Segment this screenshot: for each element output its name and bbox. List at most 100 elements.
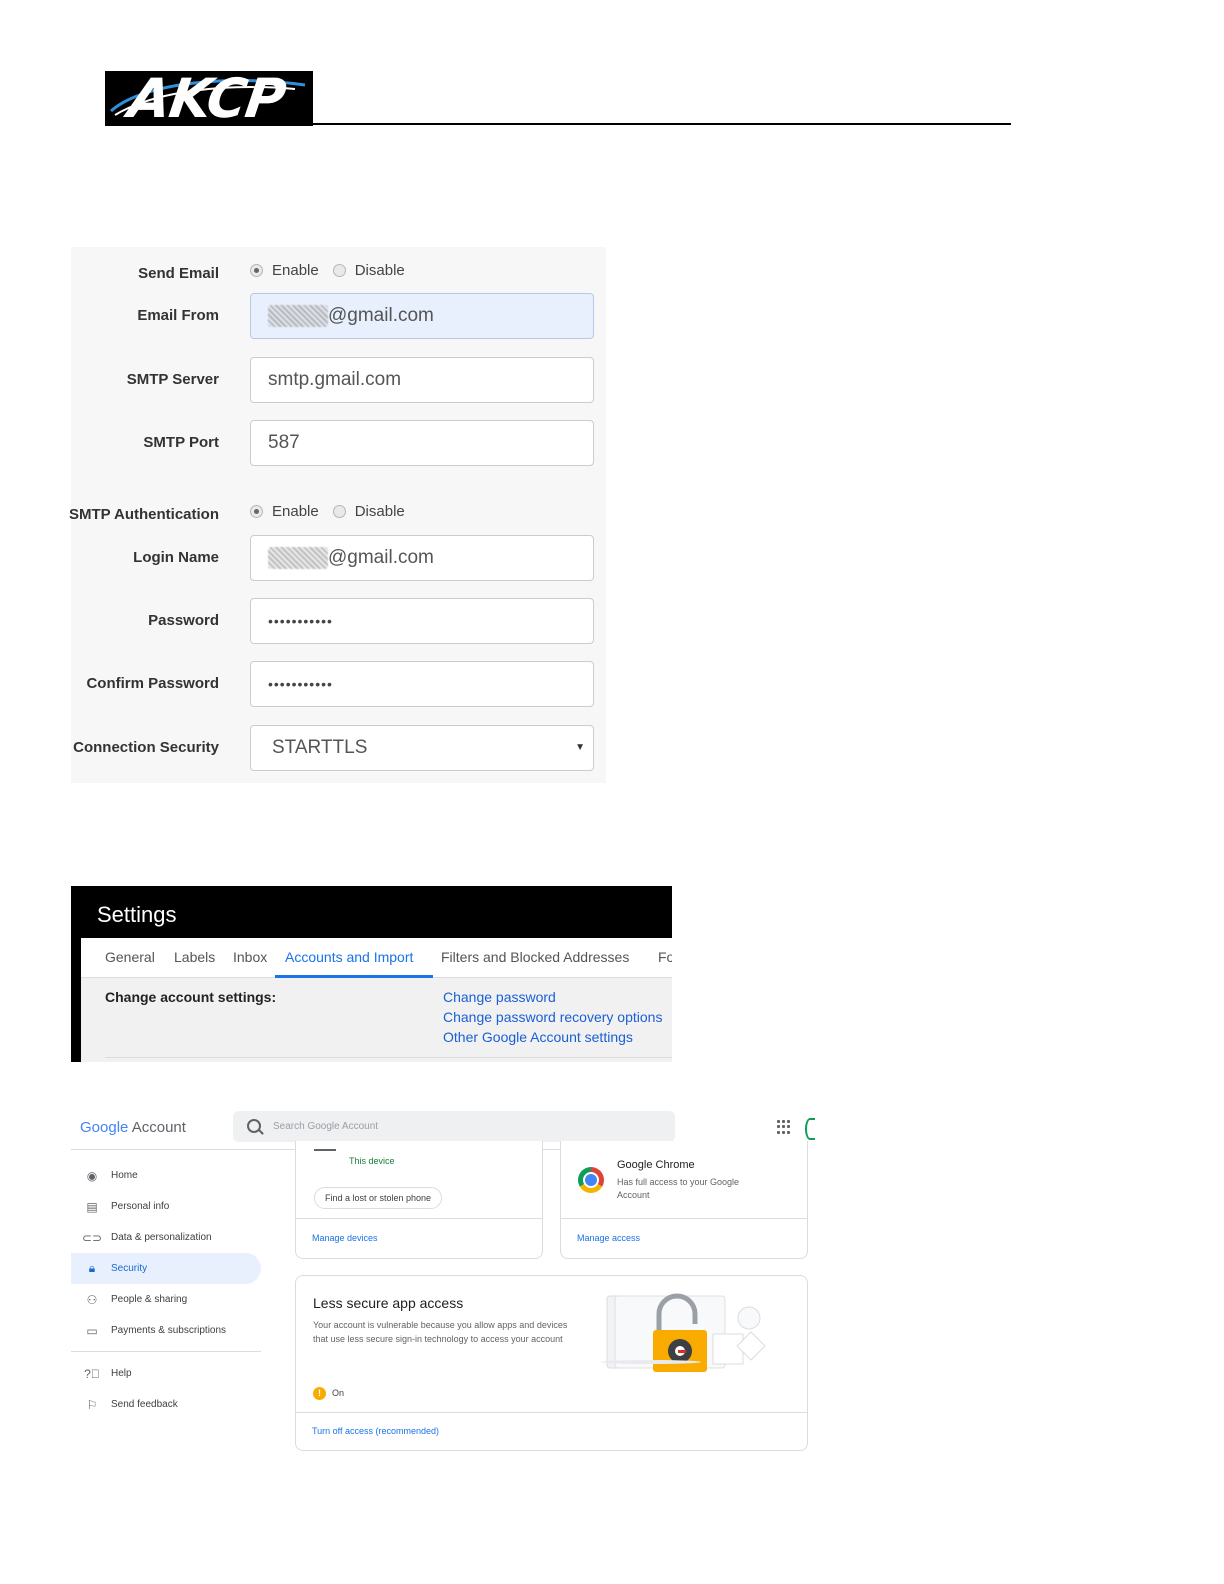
people-icon: ⚇ [86, 1292, 98, 1307]
akcp-logo: AKCP [105, 71, 313, 126]
google-account-logo[interactable]: Google Account [80, 1119, 186, 1136]
search-box[interactable]: Search Google Account [233, 1111, 675, 1142]
sidebar-item-label: Personal info [111, 1201, 170, 1212]
sidebar-item-label: Home [111, 1170, 138, 1181]
login-name-input[interactable]: @gmail.com [250, 535, 594, 581]
sidebar-item-payments[interactable]: ▭ Payments & subscriptions [71, 1315, 263, 1346]
manage-access-link[interactable]: Manage access [577, 1233, 640, 1243]
search-placeholder: Search Google Account [273, 1121, 379, 1132]
change-account-settings-label: Change account settings: [105, 989, 277, 1005]
home-icon: ◉ [86, 1168, 98, 1183]
lock-icon: 🔒︎ [88, 1261, 96, 1275]
avatar[interactable] [805, 1118, 815, 1140]
confirm-password-value: ••••••••••• [268, 676, 333, 692]
password-value: ••••••••••• [268, 613, 333, 629]
manage-devices-link[interactable]: Manage devices [312, 1233, 378, 1243]
connection-security-value: STARTTLS [272, 737, 368, 758]
sidebar-item-feedback[interactable]: ⚐ Send feedback [71, 1389, 263, 1420]
sidebar-item-label: Payments & subscriptions [111, 1325, 227, 1336]
smtp-port-label: SMTP Port [143, 434, 219, 451]
email-from-row: Email From @gmail.com [71, 293, 606, 341]
settings-tabs: General Labels Inbox Accounts and Import… [81, 938, 672, 978]
header-rule [105, 123, 1011, 125]
smtp-server-label: SMTP Server [126, 371, 219, 388]
dropdown-arrow-icon: ▼ [575, 742, 585, 753]
smtp-auth-disable-radio[interactable] [332, 505, 346, 518]
google-wordmark: Google [80, 1119, 129, 1136]
email-settings-panel: Send Email Enable Disable Email From @gm… [69, 247, 606, 783]
change-recovery-options-link[interactable]: Change password recovery options [443, 1009, 662, 1025]
card-divider [296, 1218, 542, 1219]
password-label: Password [148, 612, 219, 629]
send-email-enable-label: Enable [272, 262, 319, 279]
sidebar-item-data-personalization[interactable]: ⊂⊃ Data & personalization [71, 1222, 263, 1253]
tab-labels[interactable]: Labels [174, 949, 215, 965]
send-email-enable-radio[interactable] [250, 264, 263, 277]
sidebar-item-personal-info[interactable]: ▤ Personal info [71, 1191, 263, 1222]
card-divider [561, 1218, 807, 1219]
sidebar-item-label: Security [111, 1263, 148, 1274]
change-password-link[interactable]: Change password [443, 989, 556, 1005]
connection-security-label: Connection Security [73, 739, 219, 756]
other-account-settings-link[interactable]: Other Google Account settings [443, 1029, 633, 1045]
redacted-blur [268, 305, 328, 327]
sidebar-item-help[interactable]: ?⃝ Help [71, 1358, 263, 1389]
sidebar-item-people-sharing[interactable]: ⚇ People & sharing [71, 1284, 263, 1315]
sidebar-item-label: Data & personalization [111, 1232, 212, 1243]
card-divider [296, 1412, 807, 1413]
tab-general[interactable]: General [105, 949, 155, 965]
confirm-password-row: Confirm Password ••••••••••• [71, 661, 606, 709]
sidebar-item-home[interactable]: ◉ Home [71, 1160, 263, 1191]
tab-accounts-and-import[interactable]: Accounts and Import [285, 949, 413, 965]
confirm-password-input[interactable]: ••••••••••• [250, 661, 594, 707]
active-tab-indicator [275, 975, 433, 978]
settings-body: General Labels Inbox Accounts and Import… [81, 938, 672, 1062]
smtp-server-input[interactable]: smtp.gmail.com [250, 357, 594, 403]
smtp-auth-enable-label: Enable [272, 503, 319, 520]
less-secure-title: Less secure app access [313, 1295, 464, 1311]
password-input[interactable]: ••••••••••• [250, 598, 594, 644]
tab-inbox[interactable]: Inbox [233, 949, 267, 965]
login-name-label: Login Name [133, 549, 219, 566]
status-on-label: On [332, 1388, 345, 1398]
toggle-icon: ⊂⊃ [81, 1230, 103, 1245]
apps-grid-icon[interactable] [777, 1120, 791, 1134]
turn-off-access-link[interactable]: Turn off access (recommended) [312, 1426, 439, 1436]
redacted-blur [268, 547, 328, 569]
sidebar-item-security[interactable]: 🔒︎ Security [71, 1253, 261, 1284]
feedback-icon: ⚐ [86, 1397, 98, 1412]
help-icon: ?⃝ [84, 1366, 100, 1381]
smtp-server-value: smtp.gmail.com [268, 369, 402, 390]
smtp-server-row: SMTP Server smtp.gmail.com [71, 357, 606, 405]
confirm-password-label: Confirm Password [86, 675, 219, 692]
warning-icon: ! [313, 1387, 326, 1400]
find-phone-button[interactable]: Find a lost or stolen phone [314, 1187, 443, 1209]
this-device-label: This device [349, 1156, 395, 1166]
send-email-row: Send Email Enable Disable [71, 251, 606, 299]
gmail-settings-panel: Settings General Labels Inbox Accounts a… [71, 886, 672, 1062]
google-account-page: Google Account Search Google Account ◉ H… [71, 1105, 815, 1455]
sidebar-item-label: Send feedback [111, 1399, 178, 1410]
devices-card: This device Find a lost or stolen phone … [295, 1141, 543, 1259]
smtp-port-input[interactable]: 587 [250, 420, 594, 466]
sidebar-item-label: Help [111, 1368, 132, 1379]
connection-security-select[interactable]: STARTTLS ▼ [250, 725, 594, 771]
email-from-value: @gmail.com [328, 305, 434, 326]
chrome-access-card: Google Chrome Has full access to your Go… [560, 1141, 808, 1259]
smtp-auth-radios: Enable Disable [250, 503, 419, 520]
tab-forwarding[interactable]: Fo [658, 949, 672, 965]
divider [105, 1057, 672, 1058]
chrome-title: Google Chrome [617, 1159, 695, 1171]
chrome-desc: Has full access to your Google Account [617, 1177, 740, 1200]
tab-filters[interactable]: Filters and Blocked Addresses [441, 949, 629, 965]
smtp-port-value: 587 [268, 432, 300, 453]
email-from-input[interactable]: @gmail.com [250, 293, 594, 339]
smtp-auth-row: SMTP Authentication Enable Disable [69, 492, 606, 540]
smtp-auth-disable-label: Disable [354, 503, 405, 520]
smtp-auth-enable-radio[interactable] [250, 505, 263, 518]
send-email-disable-radio[interactable] [332, 264, 346, 277]
login-name-value: @gmail.com [328, 547, 434, 568]
send-email-radios: Enable Disable [250, 262, 419, 279]
send-email-disable-label: Disable [354, 262, 405, 279]
card-icon: ▭ [86, 1323, 98, 1338]
